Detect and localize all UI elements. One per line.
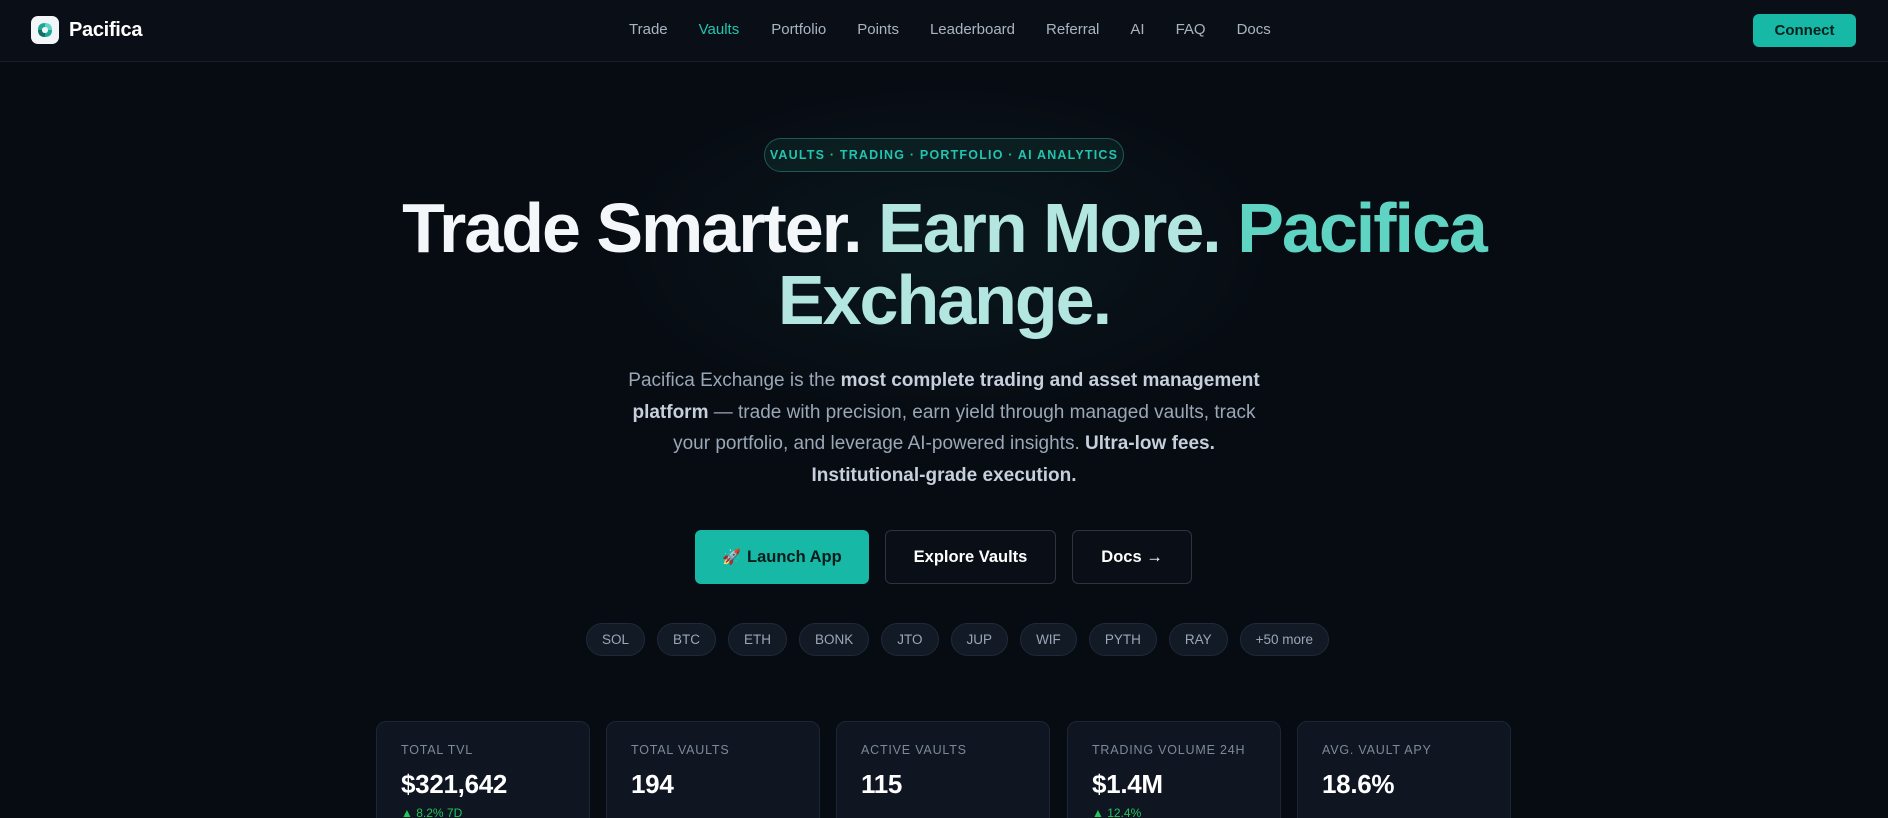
token-chip-jup[interactable]: JUP xyxy=(950,623,1009,656)
brand-logo-link[interactable]: Pacifica xyxy=(31,16,143,44)
launch-app-label: Launch App xyxy=(746,547,842,566)
token-chip-ray[interactable]: RAY xyxy=(1168,623,1228,656)
rocket-icon: 🚀 xyxy=(722,549,741,566)
stat-change: ▲ 12.4% xyxy=(1092,806,1142,818)
nav-leaderboard[interactable]: Leaderboard xyxy=(930,21,1015,38)
stat-label: TOTAL TVL xyxy=(401,743,474,757)
top-navbar: Pacifica Trade Vaults Portfolio Points L… xyxy=(0,0,1888,62)
nav-ai[interactable]: AI xyxy=(1130,21,1144,38)
docs-button[interactable]: Docs → xyxy=(1072,530,1192,584)
stat-card-active-vaults: ACTIVE VAULTS 115 xyxy=(836,721,1050,818)
headline-part-1: Trade Smarter. xyxy=(402,189,862,267)
token-chip-more[interactable]: +50 more xyxy=(1239,623,1330,656)
stat-card-trading-volume: TRADING VOLUME 24H $1.4M ▲ 12.4% xyxy=(1067,721,1281,818)
hero-headline: Trade Smarter. Earn More. Pacifica Excha… xyxy=(0,192,1888,336)
stat-label: AVG. VAULT APY xyxy=(1322,743,1432,757)
token-chip-sol[interactable]: SOL xyxy=(586,623,646,656)
token-chip-pyth[interactable]: PYTH xyxy=(1088,623,1157,656)
hero-tagline-pill: VAULTS · TRADING · PORTFOLIO · AI ANALYT… xyxy=(764,138,1124,172)
stat-value: 18.6% xyxy=(1322,769,1395,799)
nav-points[interactable]: Points xyxy=(857,21,899,38)
nav-faq[interactable]: FAQ xyxy=(1176,21,1206,38)
stat-label: ACTIVE VAULTS xyxy=(861,743,967,757)
nav-referral[interactable]: Referral xyxy=(1046,21,1099,38)
stat-label: TOTAL VAULTS xyxy=(631,743,730,757)
headline-part-3: Pacifica xyxy=(1237,189,1488,267)
token-chip-jto[interactable]: JTO xyxy=(881,623,939,656)
stat-card-avg-apy: AVG. VAULT APY 18.6% xyxy=(1297,721,1511,818)
headline-part-4: Exchange. xyxy=(777,261,1112,339)
stat-value: $321,642 xyxy=(401,769,508,799)
connect-button[interactable]: Connect xyxy=(1753,14,1856,47)
stat-label: TRADING VOLUME 24H xyxy=(1092,743,1246,757)
nav-vaults[interactable]: Vaults xyxy=(699,21,740,38)
nav-portfolio[interactable]: Portfolio xyxy=(771,21,826,38)
description-part-1: Pacifica Exchange is the xyxy=(628,370,841,391)
token-chip-eth[interactable]: ETH xyxy=(728,623,788,656)
hero-description: Pacifica Exchange is the most complete t… xyxy=(614,365,1274,491)
headline-part-2: Earn More. xyxy=(878,189,1222,267)
token-chip-wif[interactable]: WIF xyxy=(1020,623,1077,656)
nav-links: Trade Vaults Portfolio Points Leaderboar… xyxy=(629,21,1271,38)
nav-trade[interactable]: Trade xyxy=(629,21,668,38)
stat-value: $1.4M xyxy=(1092,769,1163,799)
stat-value: 115 xyxy=(861,769,903,799)
stat-value: 194 xyxy=(631,769,674,799)
token-chip-bonk[interactable]: BONK xyxy=(799,623,870,656)
pacifica-logo-icon xyxy=(31,16,59,44)
stat-card-total-tvl: TOTAL TVL $321,642 ▲ 8.2% 7D xyxy=(376,721,590,818)
stat-card-total-vaults: TOTAL VAULTS 194 xyxy=(606,721,820,818)
stat-change: ▲ 8.2% 7D xyxy=(401,806,463,818)
token-list: SOL BTC ETH BONK JTO JUP WIF PYTH RAY +5… xyxy=(586,623,1330,656)
launch-app-button[interactable]: 🚀 Launch App xyxy=(695,530,869,584)
brand-name: Pacifica xyxy=(69,18,143,41)
token-chip-btc[interactable]: BTC xyxy=(657,623,717,656)
nav-docs[interactable]: Docs xyxy=(1237,21,1271,38)
explore-vaults-button[interactable]: Explore Vaults xyxy=(885,530,1056,584)
